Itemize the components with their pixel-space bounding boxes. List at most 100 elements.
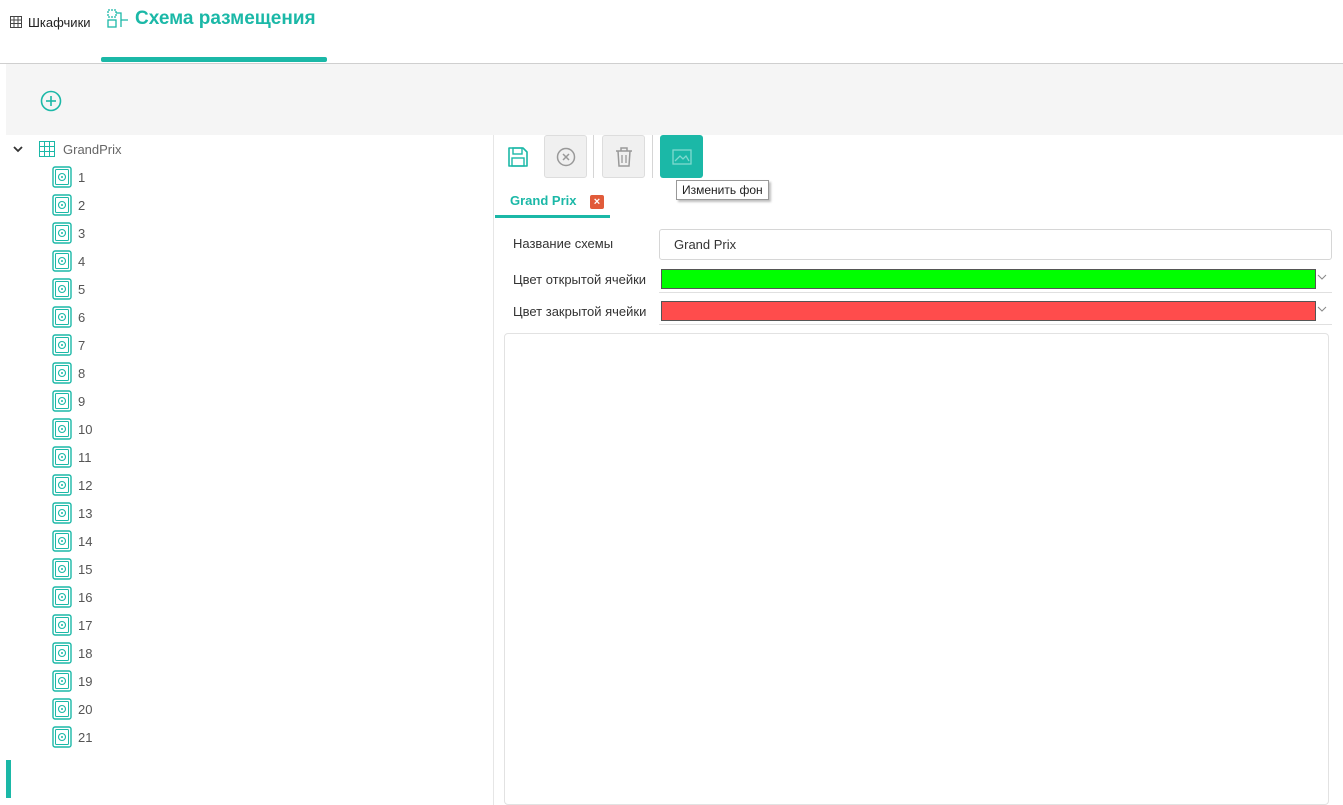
tree-item-locker[interactable]: 20 — [52, 695, 92, 723]
delete-button[interactable] — [602, 135, 645, 178]
locker-icon — [52, 278, 72, 300]
locker-icon — [52, 614, 72, 636]
close-circle-icon — [556, 147, 575, 166]
tree-item-locker[interactable]: 13 — [52, 499, 92, 527]
save-button[interactable] — [496, 135, 539, 178]
tree-item-locker[interactable]: 5 — [52, 275, 92, 303]
toolbar-separator — [593, 135, 594, 178]
scheme-name-input[interactable] — [659, 229, 1332, 260]
locker-icon — [52, 474, 72, 496]
tree-item-locker[interactable]: 6 — [52, 303, 92, 331]
locker-icon — [52, 726, 72, 748]
locker-icon — [52, 502, 72, 524]
tree-item-label: 6 — [78, 309, 86, 325]
tree-item-label: 3 — [78, 225, 86, 241]
tab-grand-prix-label: Grand Prix — [510, 193, 577, 208]
add-button[interactable] — [40, 90, 62, 112]
closed-color-swatch[interactable] — [661, 301, 1316, 321]
tree-item-label: 18 — [78, 645, 93, 661]
tree-item-locker[interactable]: 2 — [52, 191, 92, 219]
locker-icon — [52, 698, 72, 720]
closed-color-picker[interactable] — [659, 299, 1332, 325]
save-icon — [507, 146, 528, 167]
plus-circle-icon — [40, 90, 62, 112]
tree-root[interactable]: GrandPrix — [12, 139, 122, 159]
locker-icon — [52, 670, 72, 692]
locker-icon — [52, 194, 72, 216]
chevron-down-icon[interactable] — [1316, 271, 1328, 283]
locker-icon — [52, 222, 72, 244]
tab-lockers[interactable]: Шкафчики — [10, 10, 91, 34]
closed-color-label: Цвет закрытой ячейки — [513, 304, 647, 319]
tree-item-label: 1 — [78, 169, 86, 185]
tree-item-locker[interactable]: 11 — [52, 443, 92, 471]
tree-item-locker[interactable]: 18 — [52, 639, 92, 667]
locker-icon — [52, 334, 72, 356]
tree-item-locker[interactable]: 12 — [52, 471, 92, 499]
tree-item-locker[interactable]: 1 — [52, 163, 92, 191]
close-tab-icon[interactable]: × — [590, 195, 604, 209]
tree-item-locker[interactable]: 19 — [52, 667, 92, 695]
tree-item-label: 15 — [78, 561, 93, 577]
locker-icon — [52, 642, 72, 664]
cancel-button[interactable] — [544, 135, 587, 178]
scheme-tree: GrandPrix 1 2 3 4 5 6 7 8 9 10 11 12 13 14 15 16 17 18 19 2… — [6, 135, 494, 805]
open-color-label: Цвет открытой ячейки — [513, 272, 647, 287]
chevron-down-icon[interactable] — [1316, 303, 1328, 315]
toolbar-band — [6, 64, 1343, 135]
tree-item-label: 13 — [78, 505, 93, 521]
scheme-editor: Изменить фон Grand Prix × Название схемы… — [494, 135, 1343, 805]
locker-icon — [52, 586, 72, 608]
scheme-icon — [107, 9, 128, 28]
tree-item-locker[interactable]: 21 — [52, 723, 92, 751]
tab-scheme[interactable]: Схема размещения — [101, 0, 327, 62]
tree-item-label: 8 — [78, 365, 86, 381]
tree-root-label: GrandPrix — [63, 141, 122, 157]
active-tab-indicator — [101, 57, 327, 62]
tree-items: 1 2 3 4 5 6 7 8 9 10 11 12 13 14 15 16 17 18 19 20 21 — [52, 163, 92, 751]
open-color-picker[interactable] — [659, 267, 1332, 293]
tree-item-locker[interactable]: 9 — [52, 387, 92, 415]
locker-icon — [52, 166, 72, 188]
locker-icon — [52, 530, 72, 552]
tree-item-locker[interactable]: 17 — [52, 611, 92, 639]
tree-item-locker[interactable]: 10 — [52, 415, 92, 443]
grid-icon — [39, 141, 55, 157]
side-marker — [6, 760, 11, 798]
tree-item-label: 5 — [78, 281, 86, 297]
open-color-swatch[interactable] — [661, 269, 1316, 289]
tree-item-label: 14 — [78, 533, 93, 549]
locker-icon — [52, 390, 72, 412]
tab-lockers-label: Шкафчики — [28, 14, 91, 30]
tree-item-label: 16 — [78, 589, 93, 605]
locker-icon — [52, 446, 72, 468]
tree-item-locker[interactable]: 7 — [52, 331, 92, 359]
tab-grand-prix[interactable]: Grand Prix × — [495, 187, 610, 218]
tree-item-label: 21 — [78, 729, 93, 745]
tree-item-locker[interactable]: 14 — [52, 527, 92, 555]
tree-item-locker[interactable]: 8 — [52, 359, 92, 387]
tree-item-locker[interactable]: 15 — [52, 555, 92, 583]
tree-item-label: 11 — [78, 449, 92, 465]
toolbar-separator — [652, 135, 653, 178]
tree-item-label: 2 — [78, 197, 86, 213]
tree-item-label: 12 — [78, 477, 93, 493]
tab-scheme-label: Схема размещения — [135, 8, 316, 29]
tree-item-label: 19 — [78, 673, 93, 689]
scheme-name-label: Название схемы — [513, 236, 614, 251]
locker-icon — [52, 306, 72, 328]
tree-item-label: 17 — [78, 617, 93, 633]
chevron-down-icon[interactable] — [12, 143, 24, 155]
tree-item-locker[interactable]: 4 — [52, 247, 92, 275]
top-header: Шкафчики Схема размещения — [0, 0, 1343, 64]
tree-item-label: 7 — [78, 337, 86, 353]
tree-item-label: 4 — [78, 253, 86, 269]
tree-item-locker[interactable]: 3 — [52, 219, 92, 247]
tooltip: Изменить фон — [676, 180, 769, 200]
tree-item-locker[interactable]: 16 — [52, 583, 92, 611]
change-background-button[interactable] — [660, 135, 703, 178]
locker-icon — [52, 250, 72, 272]
scheme-canvas[interactable] — [504, 333, 1329, 805]
locker-icon — [52, 418, 72, 440]
tree-item-label: 9 — [78, 393, 86, 409]
